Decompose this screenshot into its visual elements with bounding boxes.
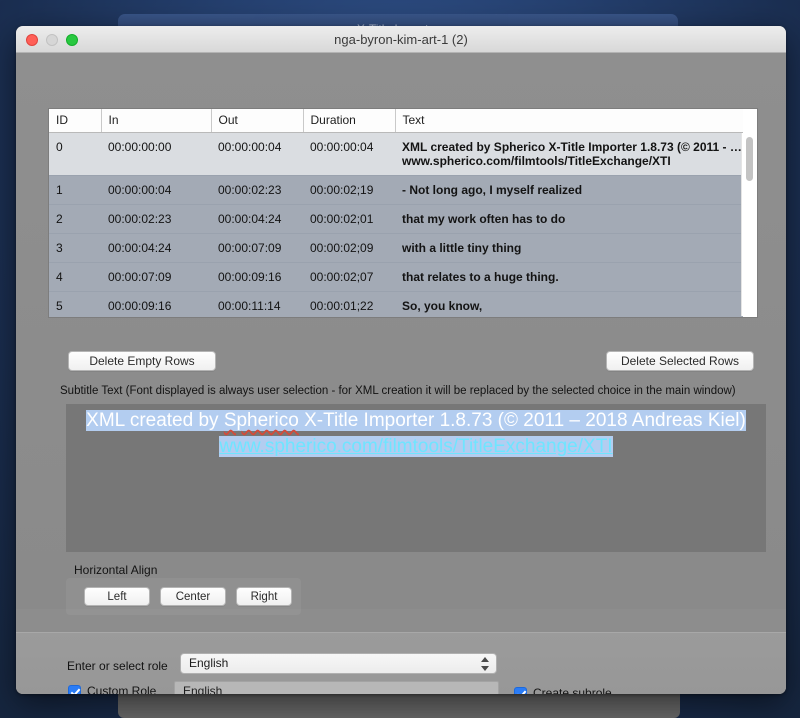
create-subrole-checkbox-row[interactable]: Create subrole (514, 686, 612, 694)
window-controls (26, 34, 78, 46)
cell-id: 4 (49, 262, 101, 291)
preview-text-part1: XML created by (86, 410, 224, 431)
custom-role-checkbox[interactable] (68, 685, 81, 695)
cell-text-line1: XML created by Spherico X-Title Importer… (402, 140, 743, 154)
table-scrollbar[interactable] (741, 133, 756, 316)
close-icon[interactable] (26, 34, 38, 46)
cell-id: 5 (49, 291, 101, 318)
cell-id: 1 (49, 175, 101, 204)
zoom-icon[interactable] (66, 34, 78, 46)
cell-id: 2 (49, 204, 101, 233)
align-center-button[interactable]: Center (160, 587, 226, 606)
cell-out: 00:00:11:14 (211, 291, 303, 318)
bottom-panel: Enter or select role English Custom Role… (16, 632, 786, 694)
cell-duration: 00:00:02;01 (303, 204, 395, 233)
preview-url-line: www.spherico.com/filmtools/TitleExchange… (66, 434, 766, 460)
cell-text: with a little tiny thing (395, 233, 743, 262)
main-window: nga-byron-kim-art-1 (2) ID In Out Durati… (16, 26, 786, 694)
column-header-duration[interactable]: Duration (303, 109, 395, 132)
subtitle-section-label: Subtitle Text (Font displayed is always … (60, 385, 736, 397)
cell-out: 00:00:09:16 (211, 262, 303, 291)
role-combobox[interactable]: English (180, 653, 497, 674)
subtitle-table[interactable]: ID In Out Duration Text 0 00:00:00:00 (48, 108, 758, 318)
role-combobox-value: English (189, 656, 228, 670)
column-header-out[interactable]: Out (211, 109, 303, 132)
cell-text: So, you know, (395, 291, 743, 318)
cell-duration: 00:00:02;07 (303, 262, 395, 291)
delete-selected-rows-button[interactable]: Delete Selected Rows (606, 351, 754, 371)
cell-in: 00:00:00:04 (101, 175, 211, 204)
table-row[interactable]: 1 00:00:00:04 00:00:02:23 00:00:02;19 - … (49, 175, 743, 204)
cell-duration: 00:00:01;22 (303, 291, 395, 318)
table-header-row: ID In Out Duration Text (49, 109, 743, 132)
table-row[interactable]: 5 00:00:09:16 00:00:11:14 00:00:01;22 So… (49, 291, 743, 318)
cell-in: 00:00:04:24 (101, 233, 211, 262)
cell-id: 0 (49, 132, 101, 175)
align-left-button[interactable]: Left (84, 587, 150, 606)
cell-id: 3 (49, 233, 101, 262)
cell-in: 00:00:00:00 (101, 132, 211, 175)
desktop-background: X-Title Importer nga-byron-kim-art-1 (2)… (0, 0, 800, 718)
table-row[interactable]: 3 00:00:04:24 00:00:07:09 00:00:02;09 wi… (49, 233, 743, 262)
cell-out: 00:00:00:04 (211, 132, 303, 175)
table-row[interactable]: 0 00:00:00:00 00:00:00:04 00:00:00:04 XM… (49, 132, 743, 175)
subtitle-table-grid: ID In Out Duration Text 0 00:00:00:00 (49, 109, 743, 318)
preview-text-part2: X-Title Importer 1.8.73 (© 2011 – 2018 A… (299, 410, 746, 431)
create-subrole-label: Create subrole (533, 686, 612, 694)
column-header-in[interactable]: In (101, 109, 211, 132)
table-row[interactable]: 2 00:00:02:23 00:00:04:24 00:00:02;01 th… (49, 204, 743, 233)
preview-text-line: XML created by Spherico X-Title Importer… (66, 408, 766, 434)
cell-text-line2: www.spherico.com/filmtools/TitleExchange… (402, 154, 743, 168)
cell-duration: 00:00:02;09 (303, 233, 395, 262)
align-right-button[interactable]: Right (236, 587, 292, 606)
window-titlebar[interactable]: nga-byron-kim-art-1 (2) (16, 26, 786, 53)
preview-text-misspelled-word: Spherico (224, 410, 299, 431)
subtitle-preview-area[interactable]: XML created by Spherico X-Title Importer… (66, 404, 766, 552)
stepper-arrows-icon[interactable] (480, 657, 489, 671)
create-subrole-checkbox[interactable] (514, 687, 527, 695)
cell-in: 00:00:02:23 (101, 204, 211, 233)
custom-role-input-value: English (183, 684, 222, 694)
custom-role-input[interactable]: English (174, 681, 499, 694)
cell-out: 00:00:04:24 (211, 204, 303, 233)
minimize-icon[interactable] (46, 34, 58, 46)
table-row[interactable]: 4 00:00:07:09 00:00:09:16 00:00:02;07 th… (49, 262, 743, 291)
table-scrollbar-thumb[interactable] (746, 137, 753, 181)
delete-empty-rows-button[interactable]: Delete Empty Rows (68, 351, 216, 371)
custom-role-checkbox-row[interactable]: Custom Role (68, 684, 156, 694)
horizontal-align-group: Left Center Right (66, 578, 301, 615)
background-window-lower[interactable] (118, 690, 680, 718)
cell-in: 00:00:07:09 (101, 262, 211, 291)
window-title: nga-byron-kim-art-1 (2) (16, 26, 786, 53)
column-header-id[interactable]: ID (49, 109, 101, 132)
cell-out: 00:00:02:23 (211, 175, 303, 204)
cell-out: 00:00:07:09 (211, 233, 303, 262)
cell-text: XML created by Spherico X-Title Importer… (395, 132, 743, 175)
column-header-text[interactable]: Text (395, 109, 743, 132)
horizontal-align-label: Horizontal Align (74, 563, 157, 577)
top-panel: ID In Out Duration Text 0 00:00:00:00 (16, 53, 786, 609)
cell-duration: 00:00:02;19 (303, 175, 395, 204)
window-body: ID In Out Duration Text 0 00:00:00:00 (16, 53, 786, 694)
cell-text: that my work often has to do (395, 204, 743, 233)
cell-duration: 00:00:00:04 (303, 132, 395, 175)
role-label: Enter or select role (67, 659, 168, 673)
cell-text: - Not long ago, I myself realized (395, 175, 743, 204)
cell-in: 00:00:09:16 (101, 291, 211, 318)
cell-text: that relates to a huge thing. (395, 262, 743, 291)
preview-url-text: www.spherico.com/filmtools/TitleExchange… (219, 436, 612, 457)
custom-role-label: Custom Role (87, 684, 156, 694)
